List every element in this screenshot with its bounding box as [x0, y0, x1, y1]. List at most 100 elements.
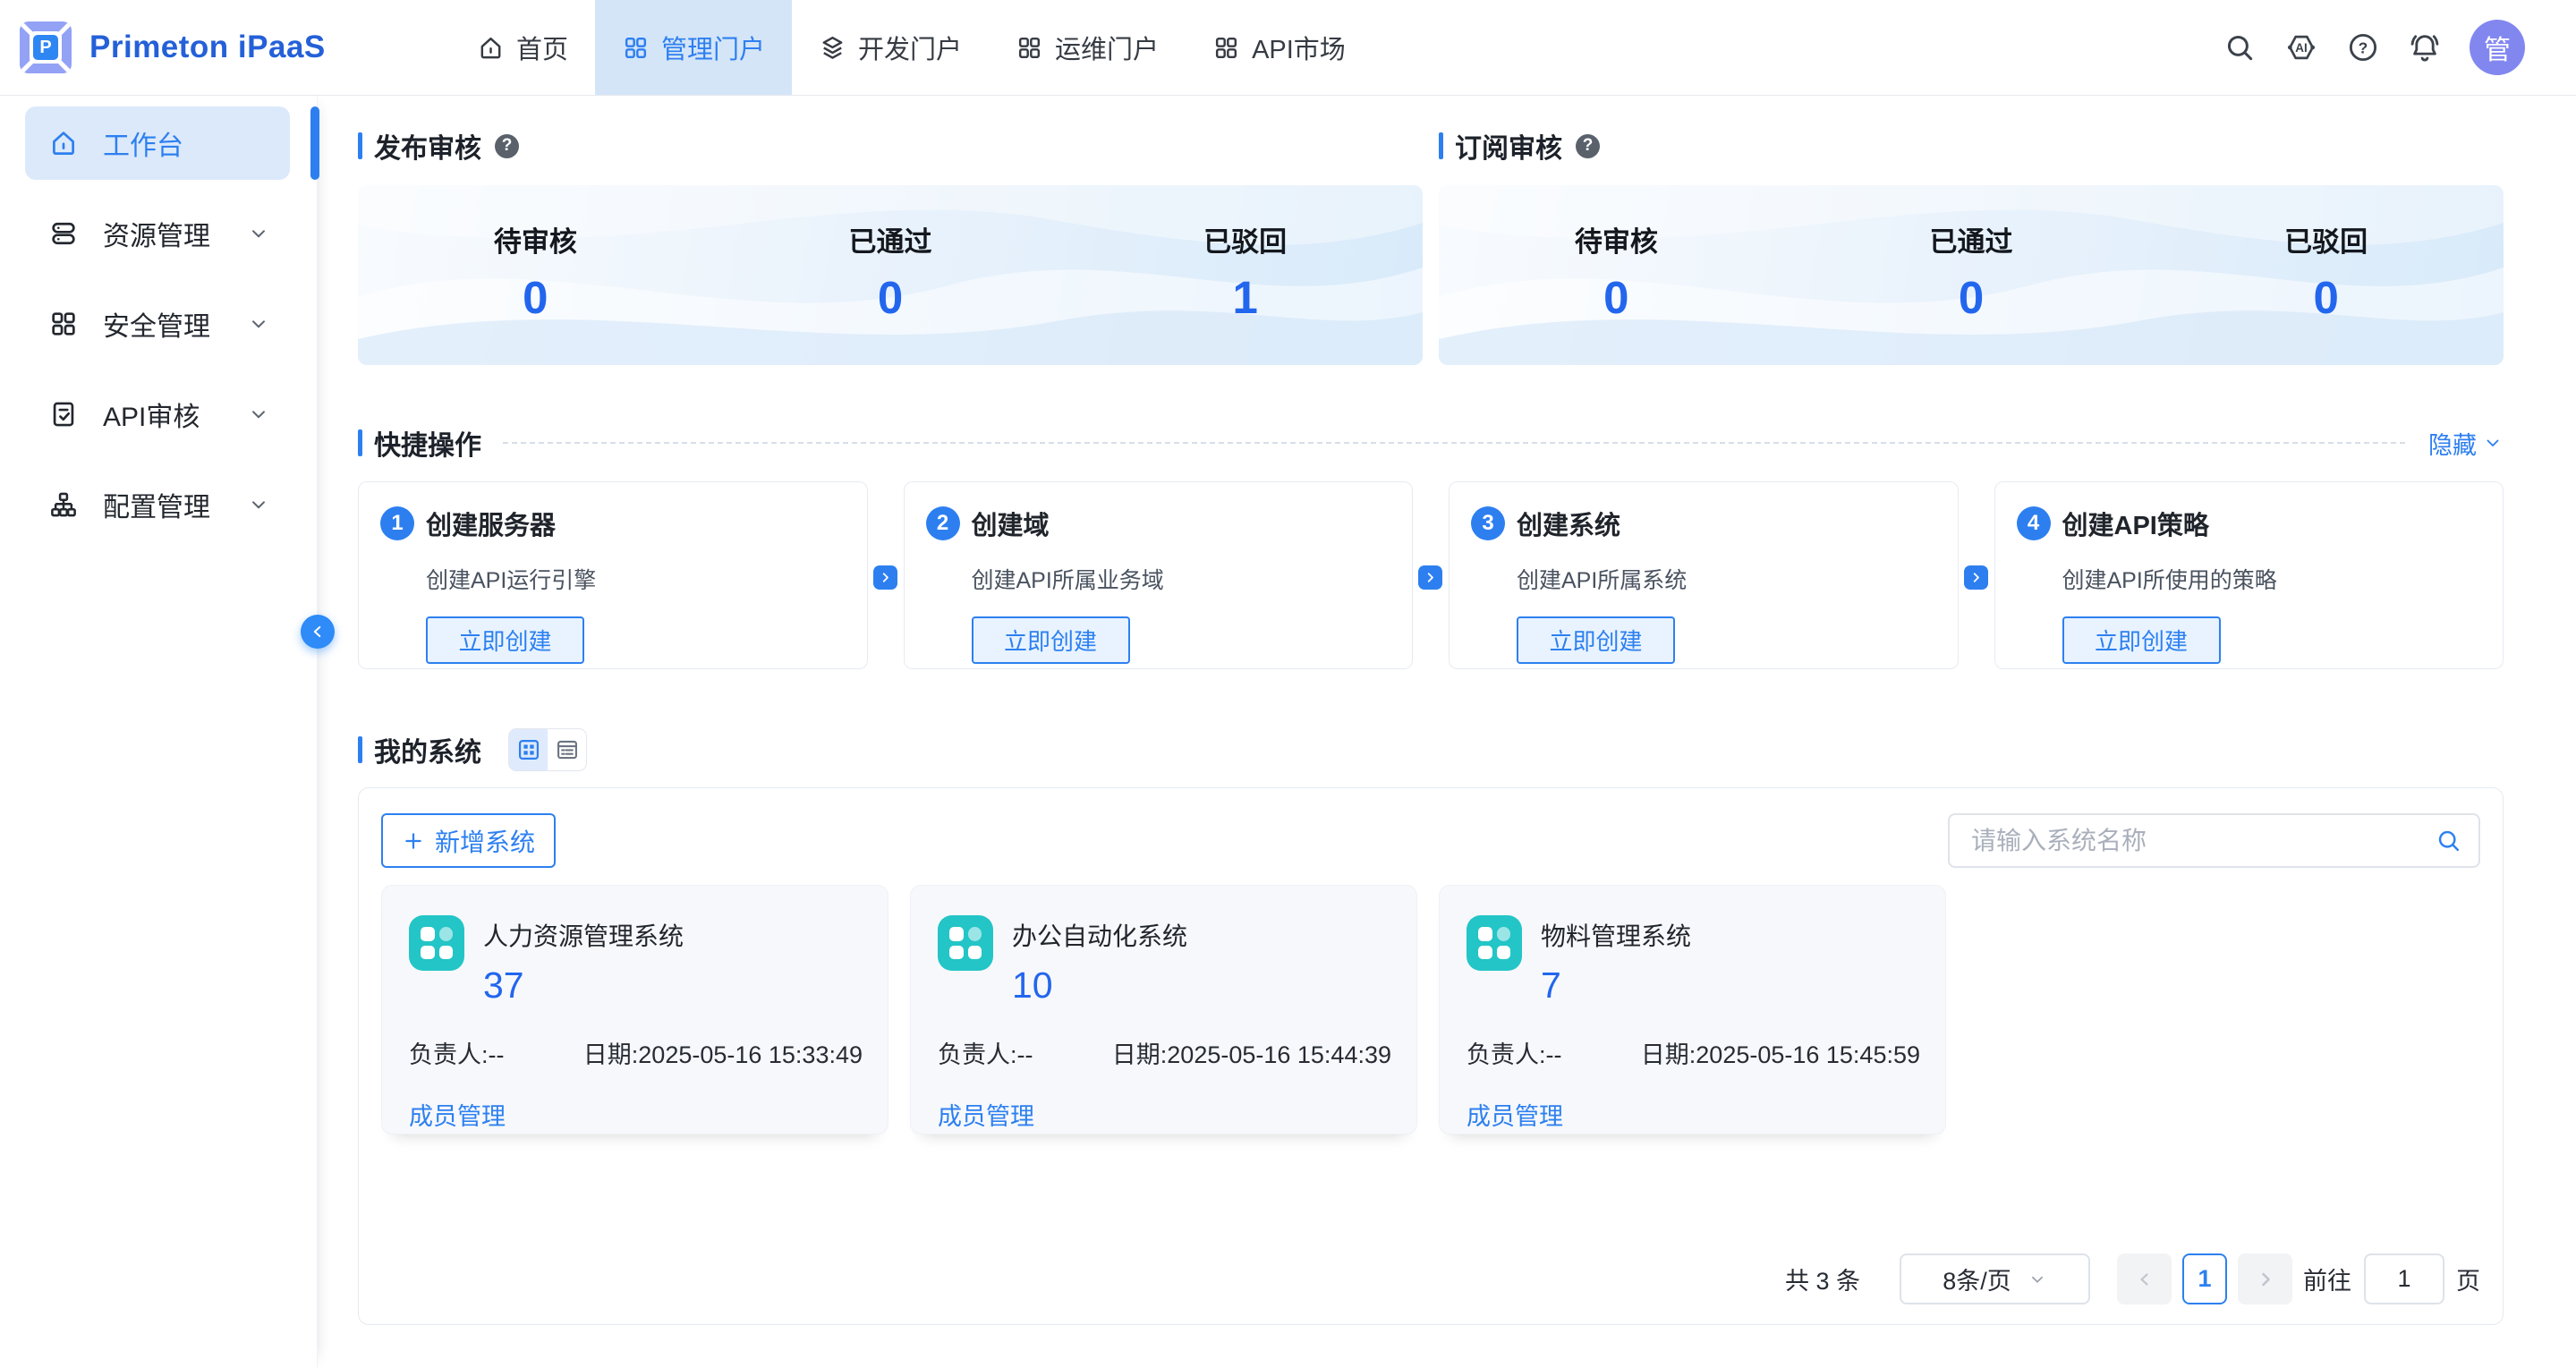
my-systems-panel: 新增系统 人力资源管理系统 37 负责人:-- 日期:2025-05-16 1	[358, 787, 2504, 1325]
prev-page-button[interactable]	[2117, 1253, 2172, 1304]
search-icon[interactable]	[2435, 827, 2462, 854]
page-number-button[interactable]: 1	[2182, 1253, 2227, 1304]
next-page-button[interactable]	[2238, 1253, 2292, 1304]
card-description: 创建API所属业务域	[972, 563, 1388, 595]
layers-icon	[819, 34, 846, 62]
stat-pending: 待审核 0	[358, 185, 713, 365]
logo[interactable]: P Primeton iPaaS	[20, 0, 326, 95]
subscribe-review-banner: 待审核 0 已通过 0 已驳回 0	[1439, 185, 2504, 365]
logo-icon: P	[20, 21, 72, 73]
app-icon	[1467, 915, 1522, 971]
stat-approved: 已通过 0	[1794, 185, 2149, 365]
header-actions: 管	[2223, 0, 2525, 95]
page-unit-label: 页	[2456, 1262, 2480, 1296]
nav-item-dev-portal[interactable]: 开发门户	[792, 0, 989, 95]
nav-item-ops-portal[interactable]: 运维门户	[989, 0, 1186, 95]
system-search-input[interactable]	[1948, 813, 2480, 868]
sidebar-item-label: 工作台	[103, 123, 183, 163]
stat-value: 0	[1439, 271, 1794, 324]
nav-item-admin-portal[interactable]: 管理门户	[595, 0, 792, 95]
sidebar-collapse-button[interactable]	[301, 615, 335, 649]
help-icon[interactable]	[2346, 30, 2380, 64]
stat-approved: 已通过 0	[713, 185, 1068, 365]
quick-action-card-create-system: 3 创建系统 创建API所属系统 立即创建	[1449, 481, 1959, 669]
step-badge: 1	[380, 506, 414, 540]
system-card-oa: 办公自动化系统 10 负责人:-- 日期:2025-05-16 15:44:39…	[910, 885, 1417, 1134]
search-icon[interactable]	[2223, 30, 2257, 64]
help-icon[interactable]: ?	[1576, 134, 1600, 158]
arrow-connector	[873, 565, 897, 590]
step-badge: 2	[926, 506, 960, 540]
api-count: 37	[483, 964, 684, 1007]
arrow-connector	[1418, 565, 1442, 590]
section-accent-bar	[1439, 132, 1443, 159]
chevron-down-icon	[2482, 432, 2504, 454]
main-content: 发布审核 ? 待审核 0 已通过 0 已驳回	[318, 96, 2576, 1368]
chevron-down-icon	[2028, 1270, 2047, 1289]
my-systems-header: 我的系统	[358, 728, 2504, 771]
section-title: 我的系统	[374, 730, 481, 769]
active-item-indicator	[310, 106, 319, 180]
api-count: 10	[1012, 964, 1187, 1007]
page-size-value: 8条/页	[1943, 1262, 2011, 1296]
chevron-right-icon	[1423, 570, 1438, 585]
create-now-button[interactable]: 立即创建	[972, 616, 1130, 664]
arrow-connector	[1964, 565, 1988, 590]
system-date: 日期:2025-05-16 15:45:59	[1641, 1035, 1920, 1070]
page-size-select[interactable]: 8条/页	[1900, 1253, 2090, 1304]
sidebar: 工作台 资源管理 安全管理 API审核 配置管理	[0, 96, 318, 1368]
grid-view-button[interactable]	[509, 729, 548, 770]
app-icon	[409, 915, 464, 971]
doc-check-icon	[48, 399, 79, 429]
card-title: 创建系统	[1517, 505, 1620, 542]
pagination: 共 3 条 8条/页 1 前往 页	[1785, 1253, 2480, 1304]
sidebar-item-label: 配置管理	[103, 485, 210, 524]
system-date: 日期:2025-05-16 15:44:39	[1112, 1035, 1391, 1070]
section-title: 发布审核	[374, 126, 481, 166]
sidebar-item-workbench[interactable]: 工作台	[25, 106, 290, 180]
subscribe-review-section: 订阅审核 ? 待审核 0 已通过 0 已驳回	[1439, 131, 2504, 365]
section-accent-bar	[358, 429, 362, 456]
nav-label: 首页	[516, 29, 568, 66]
api-count: 7	[1541, 964, 1691, 1007]
list-view-button[interactable]	[548, 729, 586, 770]
card-description: 创建API所属系统	[1517, 563, 1933, 595]
home-icon	[48, 128, 79, 158]
system-name: 物料管理系统	[1541, 917, 1691, 953]
system-owner: 负责人:--	[938, 1035, 1033, 1070]
help-icon[interactable]: ?	[495, 134, 519, 158]
hide-quick-actions-link[interactable]: 隐藏	[2428, 426, 2504, 461]
publish-review-section: 发布审核 ? 待审核 0 已通过 0 已驳回	[358, 131, 1423, 365]
chevron-left-icon	[308, 622, 327, 642]
sidebar-item-resource-mgmt[interactable]: 资源管理	[25, 197, 290, 270]
sidebar-item-security-mgmt[interactable]: 安全管理	[25, 287, 290, 361]
bell-icon[interactable]	[2408, 30, 2442, 64]
add-system-button[interactable]: 新增系统	[381, 813, 556, 868]
quick-actions-row: 1 创建服务器 创建API运行引擎 立即创建 2 创建域 创建API所属业务域 …	[358, 481, 2504, 669]
system-name: 办公自动化系统	[1012, 917, 1187, 953]
stat-value: 0	[2148, 271, 2504, 324]
section-accent-bar	[358, 736, 362, 763]
member-management-link[interactable]: 成员管理	[1467, 1097, 1563, 1132]
create-now-button[interactable]: 立即创建	[1517, 616, 1675, 664]
nav-item-api-market[interactable]: API市场	[1186, 0, 1373, 95]
nav-item-home[interactable]: 首页	[450, 0, 595, 95]
stat-pending: 待审核 0	[1439, 185, 1794, 365]
member-management-link[interactable]: 成员管理	[938, 1097, 1034, 1132]
member-management-link[interactable]: 成员管理	[409, 1097, 506, 1132]
ai-icon[interactable]	[2284, 30, 2318, 64]
stat-value: 0	[358, 271, 713, 324]
goto-page-input[interactable]	[2364, 1253, 2444, 1304]
avatar[interactable]: 管	[2470, 20, 2525, 75]
grid-icon	[48, 309, 79, 339]
create-now-button[interactable]: 立即创建	[2062, 616, 2221, 664]
sidebar-item-api-review[interactable]: API审核	[25, 378, 290, 451]
quick-actions-header: 快捷操作 隐藏	[358, 428, 2504, 458]
sidebar-item-config-mgmt[interactable]: 配置管理	[25, 468, 290, 541]
card-title: 创建API策略	[2062, 505, 2209, 542]
system-cards-row: 人力资源管理系统 37 负责人:-- 日期:2025-05-16 15:33:4…	[381, 885, 2480, 1134]
stat-value: 1	[1067, 271, 1423, 324]
stat-label: 待审核	[358, 219, 713, 259]
nav-label: 开发门户	[858, 29, 962, 66]
create-now-button[interactable]: 立即创建	[426, 616, 584, 664]
